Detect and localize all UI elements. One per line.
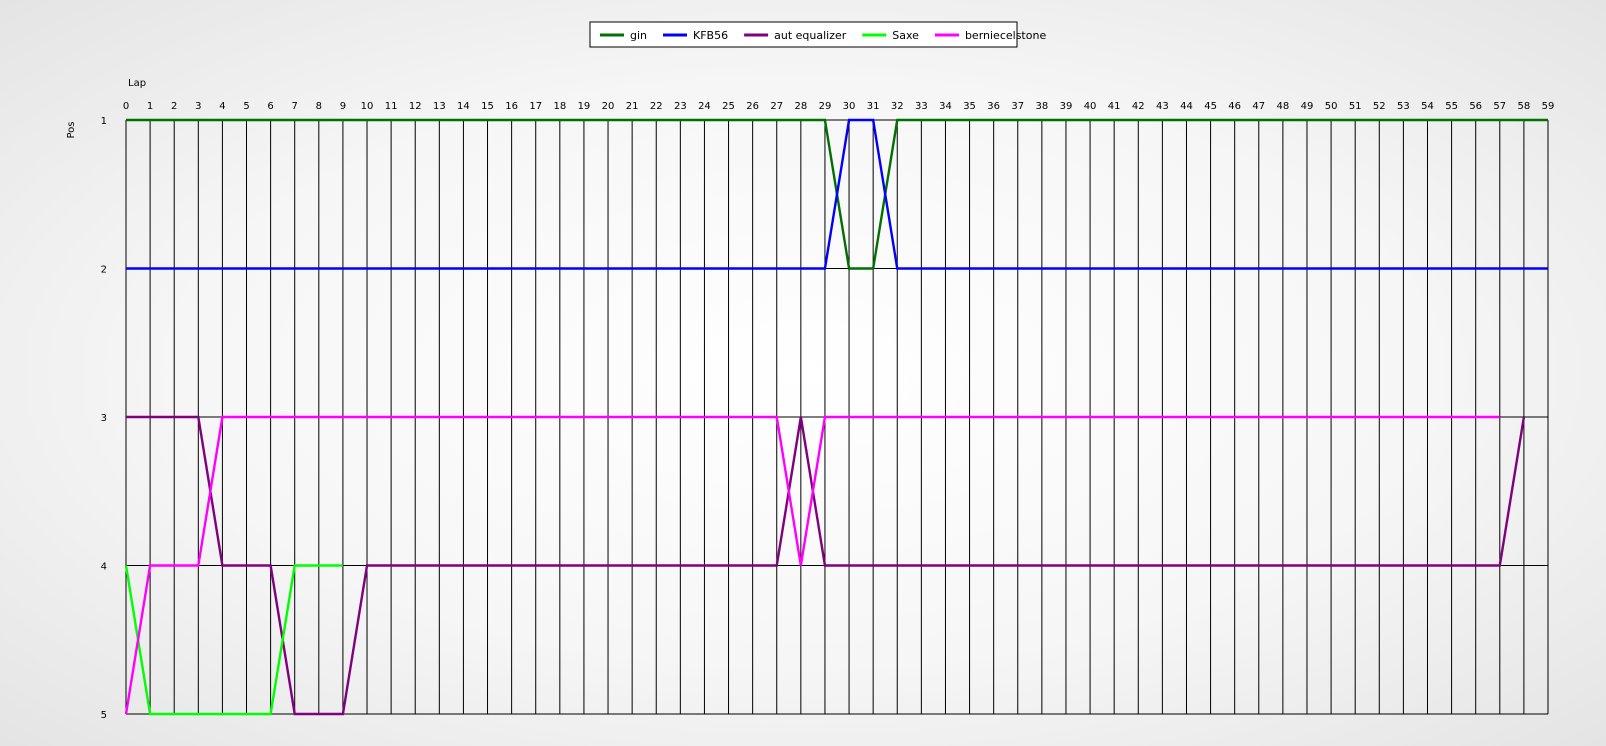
x-tick-label: 25	[722, 101, 735, 112]
y-tick-label: 3	[101, 413, 107, 424]
series-line-1	[126, 118, 1548, 270]
x-axis-title: Lap	[128, 78, 146, 89]
legend-label-4: berniecelstone	[965, 29, 1046, 42]
x-tick-label: 14	[457, 101, 470, 112]
y-tick-label: 4	[101, 562, 107, 573]
x-tick-label: 56	[1469, 101, 1482, 112]
x-tick-label: 39	[1060, 101, 1073, 112]
y-tick-label: 1	[101, 116, 107, 127]
x-tick-label: 34	[939, 101, 952, 112]
x-tick-label: 42	[1132, 101, 1145, 112]
x-tick-label: 24	[698, 101, 711, 112]
x-tick-label: 38	[1035, 101, 1048, 112]
legend-label-3: Saxe	[892, 29, 919, 42]
x-tick-label: 53	[1397, 101, 1410, 112]
x-tick-label: 31	[867, 101, 880, 112]
x-tick-label: 12	[409, 101, 422, 112]
x-tick-label: 30	[843, 101, 856, 112]
x-tick-label: 15	[481, 101, 494, 112]
x-tick-label: 20	[602, 101, 615, 112]
x-tick-label: 49	[1301, 101, 1314, 112]
x-tick-label: 40	[1084, 101, 1097, 112]
x-tick-label: 11	[385, 101, 398, 112]
x-tick-label: 1	[147, 101, 153, 112]
x-tick-label: 59	[1542, 101, 1555, 112]
series-line-3	[124, 564, 343, 716]
x-tick-label: 10	[361, 101, 374, 112]
x-tick-label: 27	[770, 101, 783, 112]
x-tick-label: 23	[674, 101, 687, 112]
x-tick-label: 32	[891, 101, 904, 112]
x-tick-label: 44	[1180, 101, 1193, 112]
y-tick-label: 5	[101, 710, 107, 721]
y-tick-label: 2	[101, 265, 107, 276]
x-tick-label: 45	[1204, 101, 1217, 112]
x-tick-label: 7	[292, 101, 298, 112]
series-lines	[124, 118, 1548, 716]
x-tick-label: 57	[1493, 101, 1506, 112]
x-tick-label: 17	[529, 101, 542, 112]
x-tick-label: 9	[340, 101, 346, 112]
x-tick-label: 22	[650, 101, 663, 112]
x-tick-label: 43	[1156, 101, 1169, 112]
legend-label-2: aut equalizer	[774, 29, 847, 42]
x-tick-label: 26	[746, 101, 759, 112]
x-tick-label: 16	[505, 101, 518, 112]
x-tick-labels: 0 1 2 3 4 5 6 7 8 9 10 11 12 13 14 15 16 17 18 19 20 21 22 23 24…	[123, 101, 1555, 112]
x-tick-label: 41	[1108, 101, 1121, 112]
x-tick-label: 52	[1373, 101, 1386, 112]
x-tick-label: 19	[578, 101, 591, 112]
x-tick-label: 4	[219, 101, 225, 112]
x-tick-label: 3	[195, 101, 201, 112]
x-tick-label: 21	[626, 101, 639, 112]
legend: gin KFB56 aut equalizer Saxe berniecelstone	[589, 21, 1046, 48]
y-axis-title: Pos	[66, 121, 77, 138]
legend-label-0: gin	[630, 29, 647, 42]
x-tick-label: 2	[171, 101, 177, 112]
x-tick-label: 33	[915, 101, 928, 112]
x-tick-label: 8	[316, 101, 322, 112]
position-chart: 0 1 2 3 4 5 6 7 8 9 10 11 12 13 14 15 16 17 18 19 20 21 22 23 24…	[66, 21, 1555, 721]
x-tick-label: 28	[794, 101, 807, 112]
x-tick-label: 37	[1011, 101, 1024, 112]
x-tick-label: 46	[1228, 101, 1241, 112]
x-tick-label: 51	[1349, 101, 1362, 112]
x-tick-label: 47	[1252, 101, 1265, 112]
x-tick-label: 0	[123, 101, 129, 112]
x-tick-label: 54	[1421, 101, 1434, 112]
x-tick-label: 29	[819, 101, 832, 112]
x-tick-label: 6	[267, 101, 273, 112]
x-tick-label: 35	[963, 101, 976, 112]
x-tick-label: 48	[1277, 101, 1290, 112]
y-tick-labels: 1 2 3 4 5	[101, 116, 107, 721]
legend-label-1: KFB56	[693, 29, 728, 42]
x-tick-label: 36	[987, 101, 1000, 112]
x-tick-label: 5	[243, 101, 249, 112]
x-tick-label: 58	[1518, 101, 1531, 112]
x-tick-label: 55	[1445, 101, 1458, 112]
x-tick-label: 50	[1325, 101, 1338, 112]
x-tick-label: 13	[433, 101, 446, 112]
x-tick-label: 18	[553, 101, 566, 112]
